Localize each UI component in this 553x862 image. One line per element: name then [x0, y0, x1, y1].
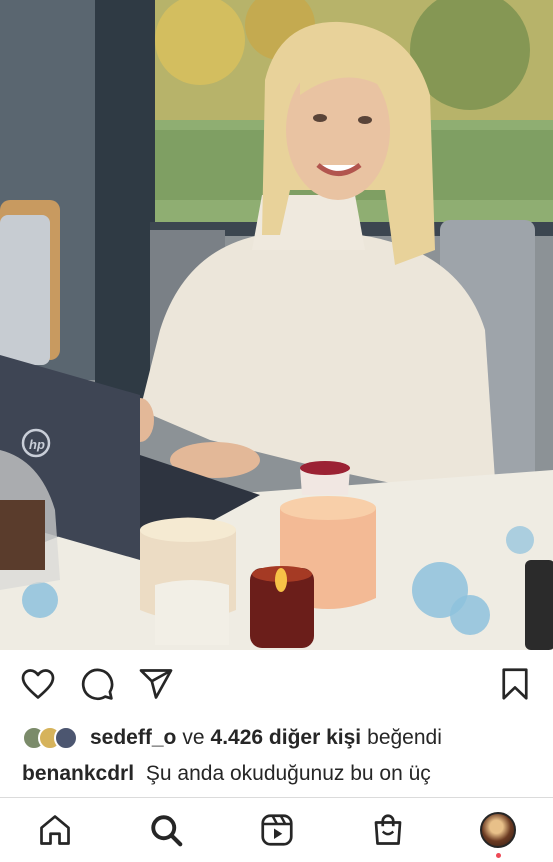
- likes-separator: ve: [182, 726, 205, 749]
- profile-avatar: [480, 812, 516, 848]
- caption-username[interactable]: benankcdrl: [22, 762, 134, 785]
- notification-dot: [495, 853, 501, 858]
- shop-icon: [374, 814, 402, 845]
- bookmark-icon: [502, 668, 528, 700]
- post-photo[interactable]: hp: [0, 0, 553, 650]
- liker-username[interactable]: sedeff_o: [90, 726, 176, 750]
- like-button[interactable]: [18, 664, 58, 704]
- post-actions-bar: [0, 650, 553, 720]
- heart-icon: [21, 669, 55, 699]
- laptop-hp-logo: hp: [29, 437, 45, 452]
- send-icon: [139, 669, 173, 699]
- avatar: [54, 726, 78, 750]
- save-button[interactable]: [495, 664, 535, 704]
- bottom-navigation: [0, 797, 553, 862]
- comment-icon: [81, 668, 114, 700]
- likes-summary: sedeff_o ve 4.426 diğer kişi beğendi: [22, 722, 442, 754]
- search-icon: [151, 815, 183, 847]
- nav-profile[interactable]: [478, 810, 518, 858]
- share-button[interactable]: [136, 664, 176, 704]
- comment-button[interactable]: [77, 664, 117, 704]
- post-caption: benankcdrl Şu anda okuduğunuz bu on üç: [22, 762, 431, 786]
- post-photo-illustration: hp: [0, 0, 553, 650]
- nav-shop[interactable]: [368, 810, 408, 850]
- nav-search[interactable]: [146, 810, 186, 850]
- nav-home[interactable]: [35, 810, 75, 850]
- liker-avatars[interactable]: [22, 724, 82, 752]
- caption-text: Şu anda okuduğunuz bu on üç: [145, 762, 431, 785]
- likes-count[interactable]: 4.426 diğer kişi: [211, 726, 362, 750]
- home-icon: [40, 815, 70, 845]
- reels-icon: [261, 814, 293, 846]
- likes-suffix: beğendi: [367, 726, 442, 749]
- nav-reels[interactable]: [257, 810, 297, 850]
